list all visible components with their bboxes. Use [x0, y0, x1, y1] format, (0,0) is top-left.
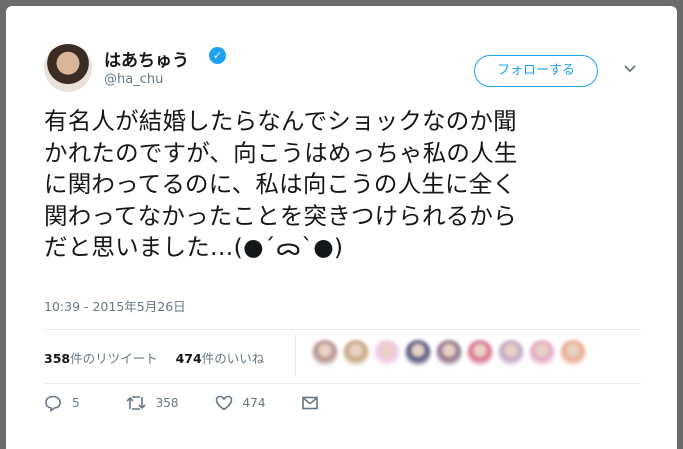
like-stat-count: 474 — [175, 351, 202, 366]
avatar[interactable] — [44, 44, 92, 92]
liker-avatar[interactable] — [343, 340, 369, 366]
retweet-button[interactable]: 358 — [126, 394, 179, 412]
tweet-stats: 358件のリツイート 474件のいいね — [44, 348, 264, 367]
stats-divider — [295, 334, 296, 376]
liker-avatar[interactable] — [312, 340, 338, 366]
direct-message-button[interactable] — [301, 394, 319, 412]
like-stat[interactable]: 474件のいいね — [176, 351, 265, 366]
retweet-stat-label: 件のリツイート — [70, 351, 158, 366]
liker-avatar[interactable] — [436, 340, 462, 366]
display-name[interactable]: はあちゅう — [104, 46, 189, 71]
retweet-stat-count: 358 — [44, 351, 71, 366]
follow-button[interactable]: フォローする — [474, 55, 598, 87]
user-handle[interactable]: @ha_chu — [104, 72, 163, 87]
heart-icon — [215, 395, 232, 411]
like-count: 474 — [242, 396, 266, 410]
action-bar: 5 358 474 — [44, 394, 319, 412]
liker-avatar[interactable] — [374, 340, 400, 366]
liker-avatar[interactable] — [529, 340, 555, 366]
verified-badge-icon: ✓ — [209, 47, 226, 64]
reply-icon — [45, 395, 61, 412]
liker-avatar[interactable] — [498, 340, 524, 366]
mail-icon — [302, 396, 319, 410]
like-button[interactable]: 474 — [215, 394, 266, 412]
like-stat-label: 件のいいね — [201, 351, 265, 366]
retweet-stat[interactable]: 358件のリツイート — [44, 351, 158, 366]
liker-avatars — [312, 340, 586, 366]
liker-avatar[interactable] — [560, 340, 586, 366]
reply-button[interactable]: 5 — [44, 394, 80, 412]
tweet-timestamp[interactable]: 10:39 - 2015年5月26日 — [44, 296, 186, 315]
retweet-icon — [126, 396, 146, 410]
divider — [44, 329, 641, 330]
tweet-card: はあちゅう ✓ @ha_chu フォローする 有名人が結婚したらなんでショックな… — [6, 6, 677, 449]
liker-avatar[interactable] — [405, 340, 431, 366]
retweet-count: 358 — [155, 396, 179, 410]
chevron-down-icon[interactable] — [621, 61, 639, 79]
reply-count: 5 — [72, 396, 80, 410]
divider — [44, 383, 641, 384]
liker-avatar[interactable] — [467, 340, 493, 366]
tweet-text: 有名人が結婚したらなんでショックなのか聞 かれたのですが、向こうはめっちゃ私の人… — [44, 107, 518, 261]
